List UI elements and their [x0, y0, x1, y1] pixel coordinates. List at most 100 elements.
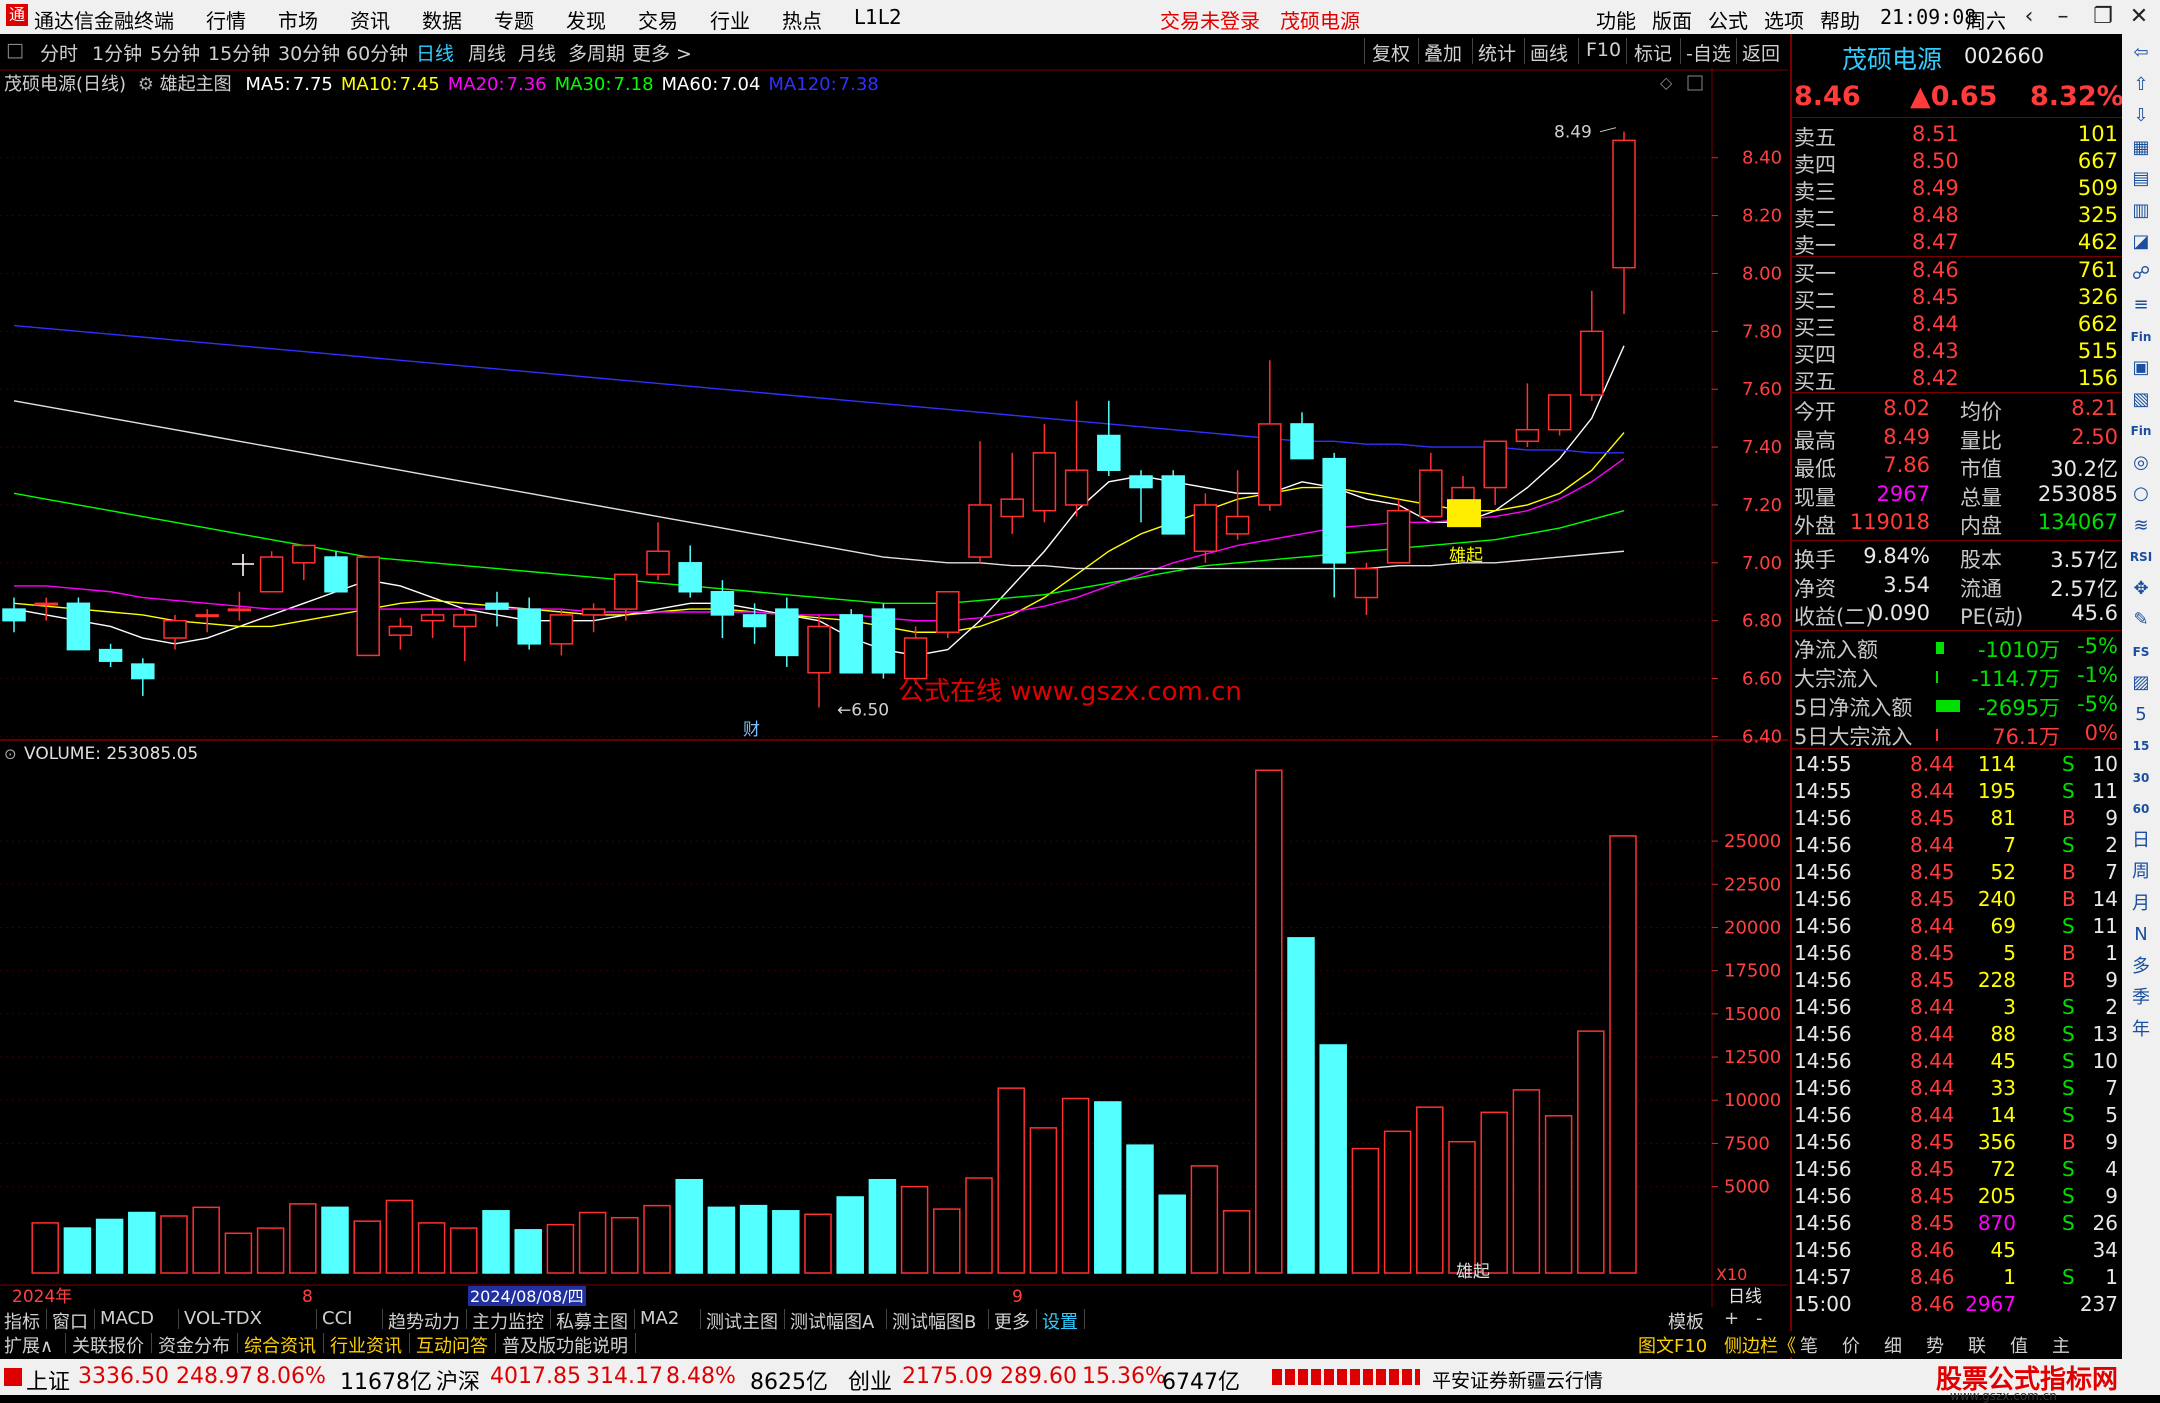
list-icon[interactable]: ▤ [2128, 166, 2154, 192]
chart-icon[interactable]: ◪ [2128, 229, 2154, 255]
pen-icon[interactable]: ✎ [2128, 607, 2154, 633]
indicator-tab[interactable]: MACD [100, 1308, 154, 1329]
table-icon[interactable]: ▥ [2128, 198, 2154, 224]
f10-text-tab[interactable]: 图文F10 [1638, 1332, 1707, 1358]
menu-help[interactable]: 帮助 [1820, 5, 1860, 34]
f10-button[interactable]: F10 [1586, 39, 1621, 61]
indicator-tab[interactable]: VOL-TDX [184, 1308, 262, 1329]
cy-index-label[interactable]: 创业 [848, 1364, 892, 1396]
multi-icon[interactable]: 多 [2128, 954, 2154, 980]
sidebar-toggle[interactable]: 侧边栏《 [1724, 1332, 1796, 1358]
wave-icon[interactable]: ≋ [2128, 513, 2154, 539]
fin2-icon[interactable]: Fin [2128, 418, 2154, 444]
move-icon[interactable]: ✥ [2128, 576, 2154, 602]
extension-tab[interactable]: 扩展∧ [4, 1332, 53, 1358]
grid-icon[interactable]: ▦ [2128, 135, 2154, 161]
tick-time: 14:56 [1794, 1184, 1852, 1208]
overlay-button[interactable]: 叠加 [1424, 39, 1462, 66]
menu-trade[interactable]: 交易 [638, 5, 678, 34]
box-icon[interactable]: ▧ [2128, 387, 2154, 413]
menu-industry[interactable]: 行业 [710, 5, 750, 34]
period-60min[interactable]: 60分钟 [346, 39, 408, 66]
remove-pane-button[interactable]: - [1756, 1308, 1763, 1329]
extension-tab[interactable]: 行业资讯 [330, 1332, 402, 1358]
day-icon[interactable]: 日 [2128, 828, 2154, 854]
menu-layout[interactable]: 版面 [1652, 5, 1692, 34]
menu-quotes[interactable]: 行情 [206, 5, 246, 34]
period-weekly[interactable]: 周线 [468, 39, 506, 66]
side-panel-tab[interactable]: 细 [1884, 1332, 1902, 1358]
extension-tab[interactable]: 综合资讯 [244, 1332, 316, 1358]
draw-button[interactable]: 画线 [1530, 39, 1568, 66]
menu-l1l2[interactable]: L1L2 [854, 5, 902, 29]
side-panel-tab[interactable]: 主 [2052, 1332, 2070, 1358]
fin-icon[interactable]: Fin [2128, 324, 2154, 350]
adjust-button[interactable]: 复权 [1372, 39, 1410, 66]
restore-icon[interactable]: ❐ [2086, 2, 2120, 32]
side-panel-tab[interactable]: 值 [2010, 1332, 2028, 1358]
menu-news[interactable]: 资讯 [350, 5, 390, 34]
period-5min[interactable]: 5分钟 [150, 39, 200, 66]
server-name[interactable]: 平安证券新疆云行情 [1432, 1366, 1603, 1393]
return-button[interactable]: 返回 [1742, 39, 1780, 66]
period-timeshare[interactable]: 分时 [40, 39, 78, 66]
mark-button[interactable]: 标记 [1634, 39, 1672, 66]
extension-tab[interactable]: 资金分布 [158, 1332, 230, 1358]
trade-login-status[interactable]: 交易未登录 [1160, 5, 1260, 34]
p5-icon[interactable]: 5 [2128, 702, 2154, 728]
collapse-icon[interactable]: □ [6, 39, 24, 61]
menu-function[interactable]: 功能 [1596, 5, 1636, 34]
extension-tab[interactable]: 互动问答 [416, 1332, 488, 1358]
ring-icon[interactable]: ○ [2128, 481, 2154, 507]
n-icon[interactable]: N [2128, 922, 2154, 948]
indicator-tab[interactable]: MA2 [640, 1308, 679, 1329]
menu-options[interactable]: 选项 [1764, 5, 1804, 34]
menu-icon[interactable]: ≡ [2128, 292, 2154, 318]
indicator-tab[interactable]: CCI [322, 1308, 352, 1329]
side-panel-tab[interactable]: 势 [1926, 1332, 1944, 1358]
minimize-icon[interactable]: – [2046, 2, 2080, 32]
extension-tab[interactable]: 关联报价 [72, 1332, 144, 1358]
rsi-icon[interactable]: RSI [2128, 544, 2154, 570]
kline-chart[interactable]: 8.40 8.20 8.00 7.80 7.60 7.40 7.20 7.00 6.80 6.60… [0, 68, 1788, 1307]
p60-icon[interactable]: 60 [2128, 796, 2154, 822]
sh-index-label[interactable]: 上证 [26, 1364, 70, 1396]
week-icon[interactable]: 周 [2128, 859, 2154, 885]
stats-button[interactable]: 统计 [1478, 39, 1516, 66]
period-multi[interactable]: 多周期 [568, 39, 625, 66]
p30-icon[interactable]: 30 [2128, 765, 2154, 791]
arrow-down-icon[interactable]: ⇩ [2128, 103, 2154, 129]
period-monthly[interactable]: 月线 [518, 39, 556, 66]
panel-icon[interactable]: ▨ [2128, 670, 2154, 696]
circle-icon[interactable]: ◎ [2128, 450, 2154, 476]
period-more[interactable]: 更多 > [632, 39, 692, 66]
close-icon[interactable]: ✕ [2122, 2, 2156, 32]
menu-data[interactable]: 数据 [422, 5, 462, 34]
extension-tab[interactable]: 普及版功能说明 [502, 1332, 628, 1358]
fs-icon[interactable]: FS [2128, 639, 2154, 665]
menu-hot[interactable]: 热点 [782, 5, 822, 34]
menu-topic[interactable]: 专题 [494, 5, 534, 34]
hs-index-label[interactable]: 沪深 [436, 1364, 480, 1396]
year-icon[interactable]: 年 [2128, 1017, 2154, 1043]
side-panel-tab[interactable]: 价 [1842, 1332, 1860, 1358]
arrow-left-icon[interactable]: ⇦ [2128, 40, 2154, 66]
period-1min[interactable]: 1分钟 [92, 39, 142, 66]
arrow-up-icon[interactable]: ⇧ [2128, 72, 2154, 98]
season-icon[interactable]: 季 [2128, 985, 2154, 1011]
side-panel-tab[interactable]: 联 [1968, 1332, 1986, 1358]
side-panel-tab[interactable]: 笔 [1800, 1332, 1818, 1358]
menu-discover[interactable]: 发现 [566, 5, 606, 34]
period-daily[interactable]: 日线 [416, 39, 454, 66]
menu-formula[interactable]: 公式 [1708, 5, 1748, 34]
period-15min[interactable]: 15分钟 [208, 39, 270, 66]
watchlist-remove-button[interactable]: -自选 [1686, 39, 1731, 66]
add-pane-button[interactable]: + [1724, 1308, 1739, 1329]
period-30min[interactable]: 30分钟 [278, 39, 340, 66]
menu-market[interactable]: 市场 [278, 5, 318, 34]
month-icon[interactable]: 月 [2128, 891, 2154, 917]
square-icon[interactable]: ▣ [2128, 355, 2154, 381]
back-icon[interactable]: ‹ [2012, 2, 2046, 32]
link-icon[interactable]: ☍ [2128, 261, 2154, 287]
p15-icon[interactable]: 15 [2128, 733, 2154, 759]
